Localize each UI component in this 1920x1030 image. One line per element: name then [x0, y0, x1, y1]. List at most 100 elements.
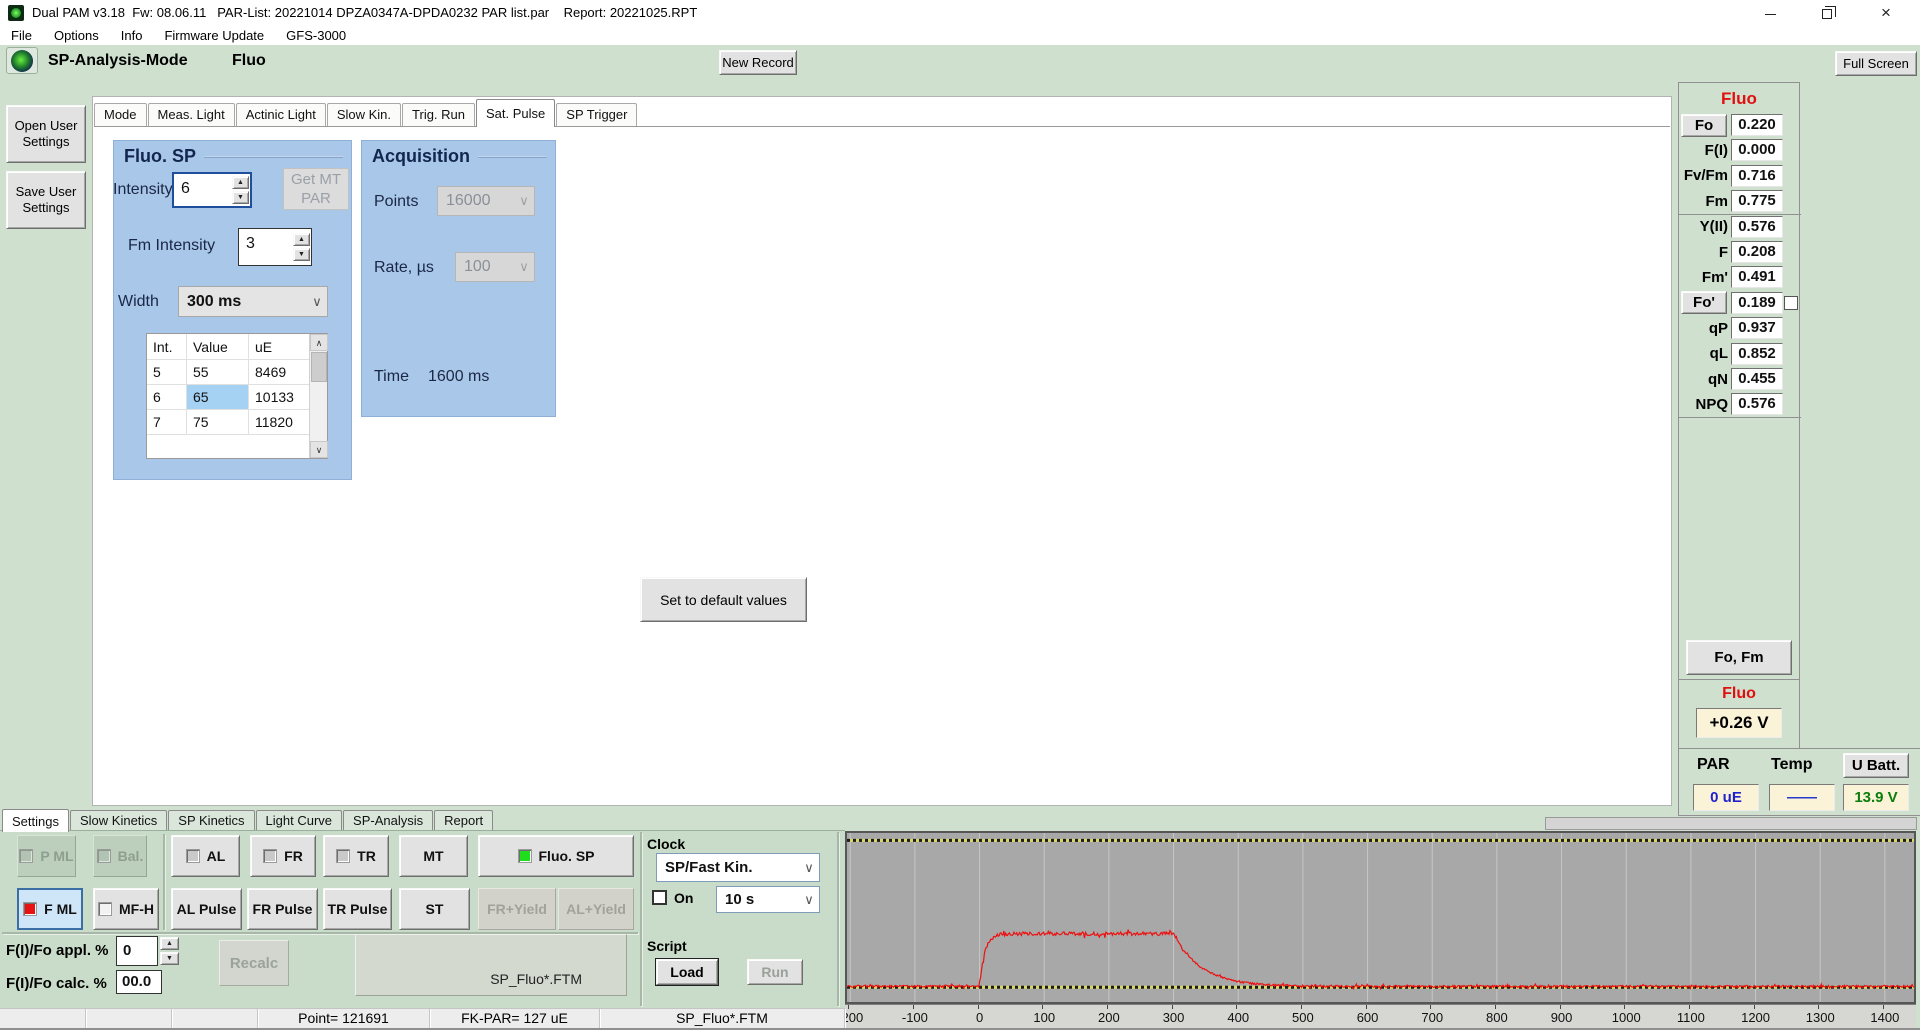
script-run-button[interactable]: Run	[747, 959, 803, 985]
intensity-spinner[interactable]: 6 ▲▼	[172, 172, 252, 208]
tr-toggle[interactable]: TR	[323, 835, 389, 877]
full-screen-button[interactable]: Full Screen	[1835, 51, 1917, 76]
tab-mode[interactable]: Mode	[94, 103, 147, 126]
clock-on-checkbox[interactable]	[652, 890, 667, 905]
restore-button[interactable]	[1804, 0, 1850, 26]
pml-toggle[interactable]: P ML	[17, 835, 76, 877]
fm-intensity-down-icon[interactable]: ▼	[293, 248, 310, 261]
status-fk-par: FK-PAR= 127 uE	[430, 1009, 600, 1028]
menu-options[interactable]: Options	[43, 26, 110, 45]
fluo-sp-toggle[interactable]: Fluo. SP	[478, 835, 634, 877]
fr-pulse-button[interactable]: FR Pulse	[247, 888, 318, 930]
table-cell[interactable]: 10133	[249, 385, 310, 410]
scroll-up-icon[interactable]: ∧	[310, 334, 328, 351]
result-value-F: 0.208	[1731, 241, 1783, 263]
fr-toggle[interactable]: FR	[250, 835, 316, 877]
result-label-qP: qP	[1681, 320, 1731, 337]
fifo-appl-up-icon[interactable]: ▲	[160, 937, 179, 950]
intensity-table: Int. Value uE 5 55 8469 6 65 10133 7 75 …	[146, 333, 328, 459]
fr-yield-button[interactable]: FR+Yield	[478, 888, 556, 930]
al-pulse-button[interactable]: AL Pulse	[171, 888, 242, 930]
clock-on-label: On	[674, 890, 693, 906]
table-cell[interactable]: 65	[187, 385, 249, 410]
al-yield-button[interactable]: AL+Yield	[558, 888, 634, 930]
result-label-Fv/Fm: Fv/Fm	[1681, 167, 1731, 184]
fo-fm-button[interactable]: Fo, Fm	[1686, 640, 1792, 675]
tab-actinic-light[interactable]: Actinic Light	[236, 103, 326, 126]
script-load-button[interactable]: Load	[656, 959, 718, 985]
divider	[1679, 417, 1801, 418]
tab-report[interactable]: Report	[434, 810, 493, 831]
fifo-appl-value[interactable]: 0	[116, 936, 158, 966]
table-cell[interactable]: 7	[147, 410, 187, 435]
mode-icon-button[interactable]	[6, 47, 38, 74]
divider	[640, 832, 642, 1006]
mt-button[interactable]: MT	[399, 835, 468, 877]
result-value-Y(II): 0.576	[1731, 216, 1783, 238]
meters-panel: PAR Temp U Batt. 0 uE —— 13.9 V	[1678, 748, 1920, 816]
result-row-F(I): F(I)0.000	[1681, 138, 1799, 162]
get-mt-par-button[interactable]: Get MT PAR	[283, 168, 349, 210]
tr-pulse-button[interactable]: TR Pulse	[323, 888, 392, 930]
mfh-toggle[interactable]: MF-H	[93, 888, 159, 930]
tab-trig-run[interactable]: Trig. Run	[402, 103, 475, 126]
fluo-sp-panel-title: Fluo. SP	[124, 146, 343, 167]
result-value-F(I): 0.000	[1731, 139, 1783, 161]
st-button[interactable]: ST	[399, 888, 470, 930]
clock-mode-dropdown[interactable]: SP/Fast Kin. ∨	[656, 853, 820, 882]
al-toggle[interactable]: AL	[171, 835, 240, 877]
tab-light-curve[interactable]: Light Curve	[256, 810, 342, 831]
table-cell[interactable]: 8469	[249, 360, 310, 385]
fm-intensity-spinner[interactable]: 3 ▲▼	[238, 228, 312, 266]
clock-interval-dropdown[interactable]: 10 s ∨	[716, 886, 820, 913]
result-row-NPQ: NPQ0.576	[1681, 392, 1799, 416]
divider	[837, 832, 839, 1006]
width-dropdown[interactable]: 300 ms ∨	[178, 286, 328, 317]
tab-sat-pulse[interactable]: Sat. Pulse	[476, 99, 555, 127]
table-scrollbar[interactable]: ∧ ∨	[309, 334, 327, 458]
intensity-up-icon[interactable]: ▲	[232, 176, 249, 189]
tab-settings[interactable]: Settings	[2, 809, 69, 832]
close-button[interactable]: ×	[1863, 0, 1909, 26]
title-bar: Dual PAM v3.18 Fw: 08.06.11 PAR-List: 20…	[0, 0, 1920, 26]
fifo-appl-down-icon[interactable]: ▼	[160, 952, 179, 965]
result-label-Fo[interactable]: Fo	[1681, 114, 1727, 137]
tab-sp-kinetics[interactable]: SP Kinetics	[168, 810, 254, 831]
table-cell[interactable]: 6	[147, 385, 187, 410]
tab-slow-kin[interactable]: Slow Kin.	[327, 103, 401, 126]
table-cell[interactable]: 55	[187, 360, 249, 385]
tab-sp-trigger[interactable]: SP Trigger	[556, 103, 637, 126]
ubatt-button[interactable]: U Batt.	[1843, 753, 1909, 778]
result-label-Fm: Fm	[1681, 193, 1731, 210]
time-value: 1600 ms	[428, 368, 489, 386]
fo-prime-checkbox[interactable]	[1784, 296, 1798, 310]
tab-meas-light[interactable]: Meas. Light	[148, 103, 235, 126]
menu-info[interactable]: Info	[110, 26, 154, 45]
recalc-button[interactable]: Recalc	[219, 940, 289, 986]
intensity-down-icon[interactable]: ▼	[232, 191, 249, 204]
results-rows: Fo0.220F(I)0.000Fv/Fm0.716Fm0.775Y(II)0.…	[1681, 113, 1799, 419]
points-label: Points	[374, 193, 418, 211]
menu-file[interactable]: File	[0, 26, 43, 45]
menu-firmware-update[interactable]: Firmware Update	[153, 26, 275, 45]
new-record-button[interactable]: New Record	[719, 50, 797, 75]
minimize-button[interactable]	[1747, 0, 1793, 26]
result-label-Fo'[interactable]: Fo'	[1681, 291, 1727, 314]
scroll-thumb[interactable]	[311, 352, 327, 382]
fm-intensity-up-icon[interactable]: ▲	[293, 233, 310, 246]
tab-slow-kinetics[interactable]: Slow Kinetics	[70, 810, 167, 831]
menu-gfs-3000[interactable]: GFS-3000	[275, 26, 357, 45]
fml-toggle[interactable]: F ML	[17, 888, 83, 930]
result-row-Fo: Fo0.220	[1681, 113, 1799, 137]
chevron-down-icon: ∨	[514, 193, 534, 209]
tab-sp-analysis[interactable]: SP-Analysis	[343, 810, 433, 831]
table-cell[interactable]: 75	[187, 410, 249, 435]
scroll-down-icon[interactable]: ∨	[310, 441, 328, 458]
table-cell[interactable]: 11820	[249, 410, 310, 435]
bal-toggle[interactable]: Bal.	[93, 835, 147, 877]
open-user-settings-button[interactable]: Open User Settings	[6, 105, 86, 163]
result-value-NPQ: 0.576	[1731, 393, 1783, 415]
save-user-settings-button[interactable]: Save User Settings	[6, 171, 86, 229]
set-default-button[interactable]: Set to default values	[640, 577, 807, 622]
table-cell[interactable]: 5	[147, 360, 187, 385]
